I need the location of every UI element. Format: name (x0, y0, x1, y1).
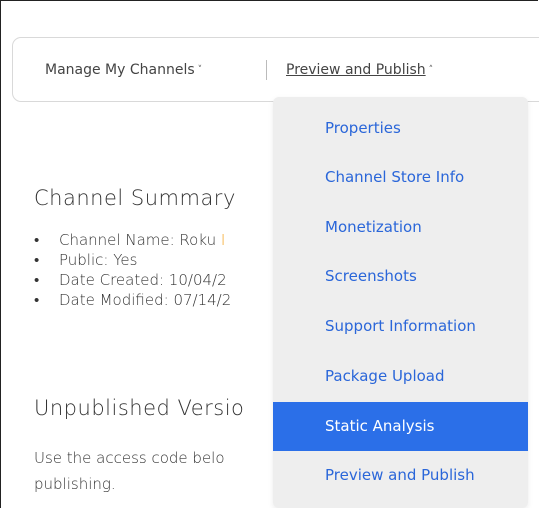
channel-name-text: Channel Name: Roku (59, 231, 221, 249)
menu-item-support-information[interactable]: Support Information (273, 302, 528, 351)
menu-item-monetization[interactable]: Monetization (273, 203, 528, 252)
date-modified-text: Date Modified: 07/14/2 (59, 291, 232, 309)
public-status-text: Public: Yes (59, 251, 138, 269)
list-item: Channel Name: Roku I (34, 231, 231, 251)
top-navbar: Manage My Channels ˅ Preview and Publish ˄ (12, 37, 539, 102)
list-item: Date Modified: 07/14/2 (34, 291, 231, 311)
chevron-up-icon: ˄ (428, 65, 434, 75)
nav-manage-my-channels[interactable]: Manage My Channels ˅ (45, 62, 202, 78)
channel-name-highlight: I (220, 231, 226, 249)
menu-item-preview-and-publish[interactable]: Preview and Publish (273, 451, 528, 500)
menu-item-screenshots[interactable]: Screenshots (273, 252, 528, 301)
nav-manage-label: Manage My Channels (45, 62, 195, 78)
chevron-down-icon: ˅ (197, 65, 203, 75)
channel-summary-list: Channel Name: Roku I Public: Yes Date Cr… (34, 231, 231, 311)
menu-item-channel-store-info[interactable]: Channel Store Info (273, 153, 528, 202)
list-item: Date Created: 10/04/2 (34, 271, 231, 291)
preview-and-publish-dropdown: Properties Channel Store Info Monetizati… (273, 97, 528, 508)
menu-item-static-analysis[interactable]: Static Analysis (273, 402, 528, 451)
nav-preview-and-publish[interactable]: Preview and Publish ˄ (286, 62, 433, 78)
date-created-text: Date Created: 10/04/2 (59, 271, 227, 289)
list-item: Public: Yes (34, 251, 231, 271)
menu-item-properties[interactable]: Properties (273, 104, 528, 153)
unpublished-version-heading: Unpublished Versio (34, 396, 245, 420)
menu-item-package-upload[interactable]: Package Upload (273, 352, 528, 401)
channel-summary-heading: Channel Summary (34, 186, 236, 210)
nav-separator (266, 60, 267, 80)
description-line-1: Use the access code belo (34, 449, 225, 467)
nav-preview-label: Preview and Publish (286, 62, 426, 78)
